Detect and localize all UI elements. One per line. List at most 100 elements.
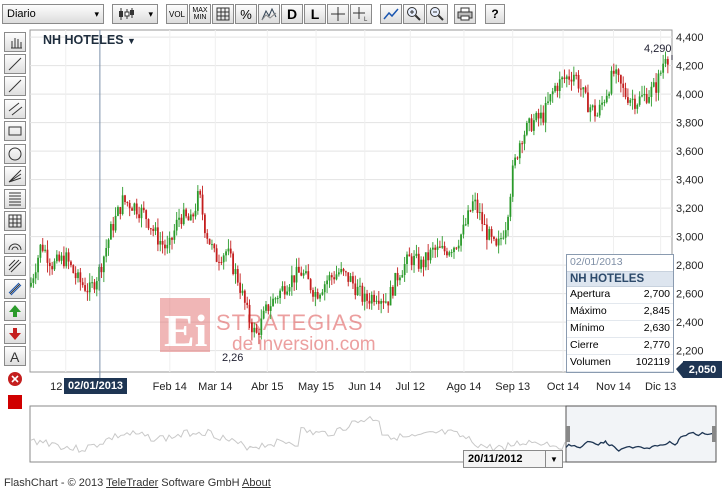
candle-body [67,252,70,262]
low-annotation: 2,26 [222,352,243,364]
info-label: Apertura [570,288,611,300]
candle-body [488,229,491,240]
about-link[interactable]: About [242,477,271,489]
candle-body [655,82,657,93]
y-tick-label: 3,400 [676,175,704,187]
navigator-date-select[interactable]: 20/11/2012 ▼ [463,450,563,468]
candle-body [446,251,448,256]
teletrader-link[interactable]: TeleTrader [106,477,158,489]
candle-body [638,96,641,105]
candle-body [312,290,314,297]
candle-body [478,212,481,214]
info-row: Apertura 2,700 [567,287,673,304]
candle-body [63,255,65,267]
candle-body [594,105,596,117]
candle-body [91,282,93,284]
price-chart[interactable]: 2,200 2,400 2,600 2,800 3,000 3,200 3,400 3,600… [0,0,722,490]
info-label: Máximo [570,305,607,317]
candle-body [622,83,625,88]
candle-body [568,76,571,80]
chevron-down-icon: ▼ [127,36,136,46]
candle-body [220,262,223,264]
candle-body [577,74,580,89]
candle-body [145,210,148,220]
candle-body [664,58,667,64]
candle-body [361,285,364,302]
candle-body [486,224,488,240]
candle-body [161,240,164,245]
x-tick-label: Ago 14 [447,381,482,393]
candle-body [598,104,601,116]
candle-body [281,286,284,291]
candle-body [657,73,660,93]
candle-body [551,91,554,95]
candle-body [457,245,460,249]
candle-body [34,272,37,279]
instrument-name: NH HOTELES [43,33,124,47]
candle-body [462,224,465,235]
candle-body [128,202,131,209]
candle-body [337,272,340,275]
candle-body [81,282,84,286]
candle-body [192,214,195,217]
candle-body [408,254,411,257]
candle-body [556,85,559,92]
candle-body [340,268,343,273]
candle-body [253,327,256,333]
candle-body [469,210,472,212]
info-row: Cierre 2,770 [567,338,673,355]
candle-body [424,252,427,268]
info-value: 2,845 [643,305,670,317]
candle-body [95,281,98,290]
candle-body [511,165,514,197]
candle-body [591,105,594,108]
candle-body [507,216,509,231]
candle-body [629,100,632,103]
candle-body [631,98,634,101]
candle-body [384,301,387,303]
candle-body [547,101,549,104]
info-instrument-name: NH HOTELES [567,272,673,287]
candle-body [206,233,209,239]
candle-body [471,201,474,211]
candle-body [650,86,653,98]
candle-body [514,157,516,166]
candle-body [70,261,72,266]
y-tick-label: 3,000 [676,232,704,244]
instrument-title[interactable]: NH HOTELES ▼ [43,33,136,47]
candle-body [37,257,39,273]
chevron-down-icon[interactable]: ▼ [545,451,562,467]
candle-body [269,306,272,311]
candle-body [596,115,599,117]
candle-body [537,112,540,119]
candle-body [450,252,453,254]
info-row: Máximo 2,845 [567,304,673,321]
y-tick-label: 2,600 [676,289,704,301]
candle-body [333,277,336,280]
y-tick-label: 2,400 [676,317,704,329]
candle-body [196,191,199,211]
candle-body [211,244,213,246]
candle-body [328,275,331,281]
candle-body [490,229,493,237]
candle-body [420,259,422,269]
candle-body [582,87,585,90]
candle-body [121,195,124,215]
candle-body [619,75,622,84]
candle-body [58,254,61,261]
candle-body [255,327,258,333]
candle-body [366,293,368,301]
candle-body [563,77,566,79]
candle-body [307,271,310,280]
high-annotation: 4,290 [644,43,672,55]
navigator-left-handle [566,426,570,442]
candle-body [248,304,251,323]
candle-body [624,87,627,98]
candle-body [241,290,244,293]
candle-body [467,210,469,225]
x-tick-label: Oct 14 [547,381,579,393]
candle-body [229,248,232,254]
candle-body [154,227,157,231]
candle-body [173,230,176,240]
candle-body [140,207,143,219]
